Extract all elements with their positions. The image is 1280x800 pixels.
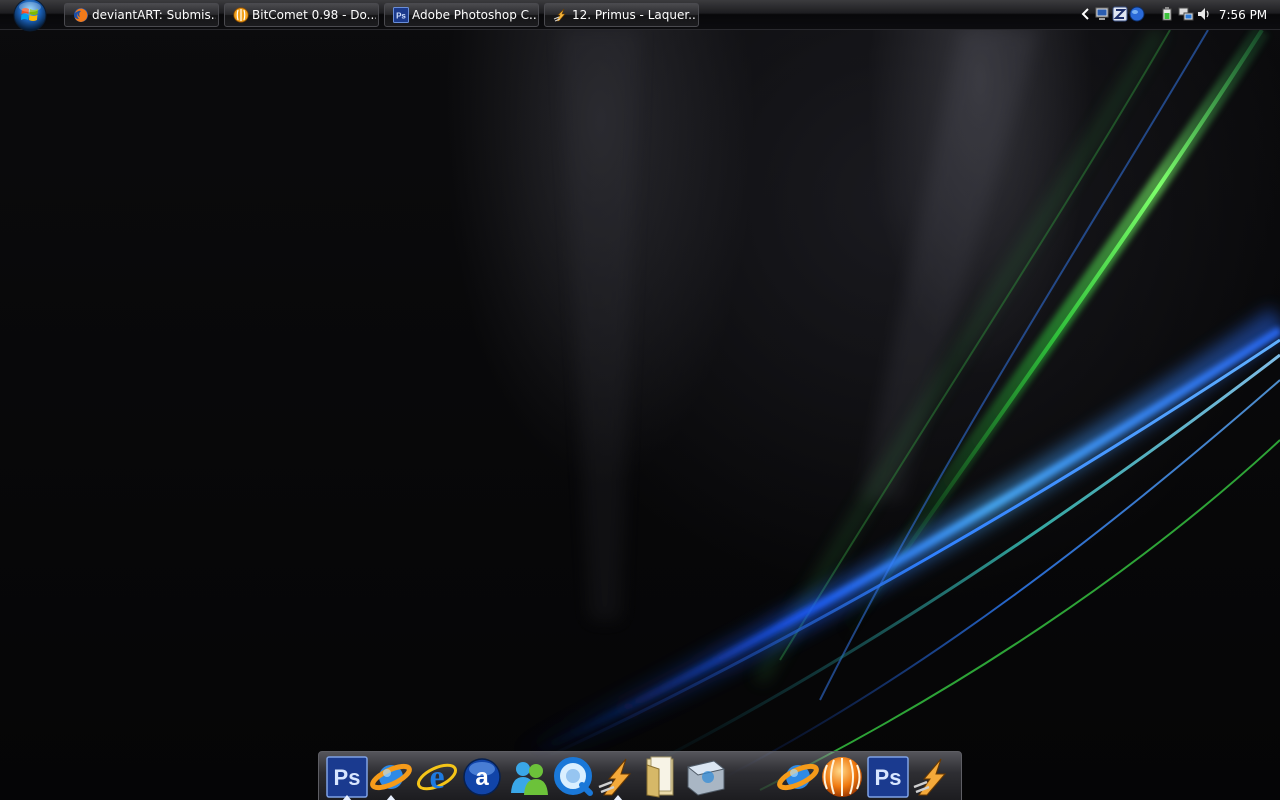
dock: Ps e a Ps xyxy=(318,751,962,800)
task-button-winamp[interactable]: 12. Primus - Laquer... xyxy=(544,3,699,27)
volume-icon[interactable] xyxy=(1196,6,1212,22)
task-button-bitcomet[interactable]: BitComet 0.98 - Do... xyxy=(224,3,379,27)
globe-icon[interactable] xyxy=(1129,6,1145,22)
dock-item-photoshop-2[interactable]: Ps xyxy=(866,755,910,799)
dock-item-orbit-downloader[interactable] xyxy=(369,755,413,800)
dock-item-internet-explorer[interactable]: e xyxy=(415,755,459,799)
winamp-icon xyxy=(553,8,566,22)
photoshop-icon: Ps xyxy=(393,7,409,23)
bitcomet-icon xyxy=(233,7,249,23)
windows-live-messenger-icon xyxy=(511,762,548,795)
orbit-downloader-icon xyxy=(777,763,819,791)
photoshop-icon: Ps xyxy=(326,756,368,798)
firefox-icon xyxy=(74,8,88,22)
network-icon[interactable] xyxy=(1178,6,1194,22)
internet-explorer-icon: e xyxy=(416,759,458,796)
running-indicator xyxy=(613,795,623,800)
svg-text:e: e xyxy=(429,759,444,796)
scanner-icon xyxy=(686,760,726,796)
task-label: 12. Primus - Laquer... xyxy=(572,8,696,22)
task-button-photoshop[interactable]: Ps Adobe Photoshop C... xyxy=(384,3,539,27)
running-indicator xyxy=(386,795,396,800)
start-button[interactable] xyxy=(9,0,51,32)
dock-item-messenger[interactable] xyxy=(507,755,551,799)
dock-item-photoshop[interactable]: Ps xyxy=(325,755,369,800)
task-label: BitComet 0.98 - Do... xyxy=(252,8,376,22)
dock-item-aim[interactable]: a xyxy=(460,755,504,799)
folder-icon xyxy=(646,756,674,798)
svg-text:a: a xyxy=(475,764,489,791)
dock-item-winamp[interactable] xyxy=(596,755,640,800)
aim-icon: a xyxy=(463,758,501,796)
zonealarm-icon[interactable] xyxy=(1112,6,1128,22)
orbit-downloader-icon xyxy=(370,763,412,791)
clock[interactable]: 7:56 PM xyxy=(1212,0,1274,30)
winamp-icon xyxy=(598,758,632,796)
svg-text:Ps: Ps xyxy=(396,12,406,21)
svg-text:Ps: Ps xyxy=(875,765,902,790)
bitcomet-icon xyxy=(822,757,862,797)
task-label: deviantART: Submis... xyxy=(92,8,216,22)
quicktime-icon xyxy=(554,757,593,796)
photoshop-icon: Ps xyxy=(867,756,909,798)
taskbar: deviantART: Submis... BitComet 0.98 - Do… xyxy=(0,0,1280,32)
winamp-icon xyxy=(913,758,947,796)
task-button-deviantart[interactable]: deviantART: Submis... xyxy=(64,3,219,27)
network-monitor-icon[interactable] xyxy=(1094,6,1110,22)
dock-item-winamp-2[interactable] xyxy=(911,755,955,799)
dock-item-folder[interactable] xyxy=(639,755,683,799)
desktop[interactable]: deviantART: Submis... BitComet 0.98 - Do… xyxy=(0,0,1280,800)
wallpaper xyxy=(513,25,1280,791)
running-indicator xyxy=(342,795,352,800)
dock-item-bitcomet[interactable] xyxy=(820,755,864,799)
dock-item-orbit-downloader-2[interactable] xyxy=(776,755,820,799)
power-icon[interactable] xyxy=(1159,6,1175,22)
svg-text:Ps: Ps xyxy=(334,765,361,790)
dock-item-scanner[interactable] xyxy=(684,755,728,799)
windows-orb-icon xyxy=(13,0,47,32)
task-label: Adobe Photoshop C... xyxy=(412,8,536,22)
chevron-left-icon[interactable] xyxy=(1078,6,1094,22)
dock-item-quicktime[interactable] xyxy=(552,755,596,799)
